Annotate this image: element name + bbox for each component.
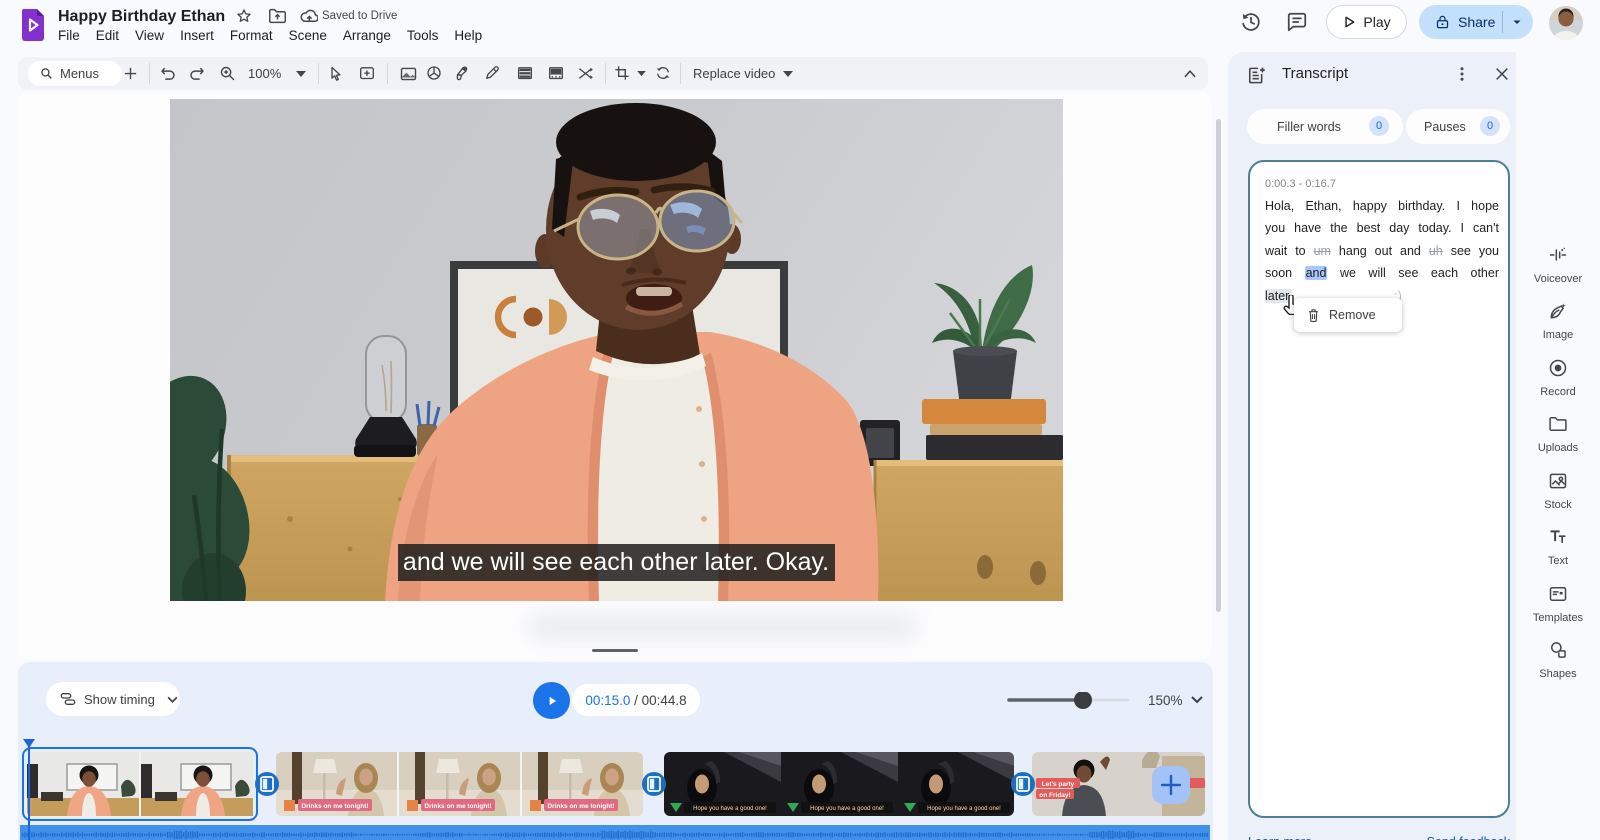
svg-text:150%: 150% — [1148, 693, 1183, 708]
svg-text:and we will see each other lat: and we will see each other later. Okay. — [403, 548, 829, 576]
svg-text:on Friday!: on Friday! — [1039, 792, 1070, 799]
svg-text:Let's party: Let's party — [1042, 781, 1075, 788]
